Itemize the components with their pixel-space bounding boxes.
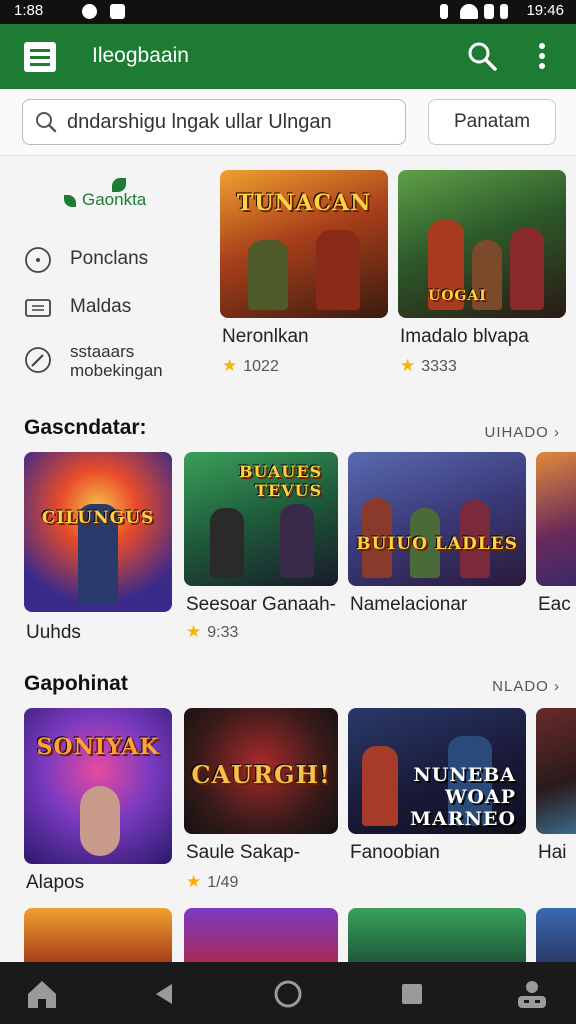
- thumbnail-art-text: TUNACAN: [236, 190, 372, 216]
- search-field-icon: [36, 112, 57, 133]
- thumbnail-art-text: SONIYAK: [36, 734, 160, 760]
- status-time-left: 1:88: [14, 2, 44, 19]
- star-icon: ★: [222, 356, 238, 375]
- game-card[interactable]: CAURGH! Saule Sakap- ★ 1/49: [184, 708, 338, 898]
- thumbnail-art-text: CILUNGUS: [41, 508, 155, 528]
- signal-icon: [484, 4, 494, 19]
- home-icon[interactable]: [24, 976, 60, 1012]
- app-bar: Ileogbaain: [0, 24, 576, 89]
- battery-icon: [500, 4, 508, 19]
- rating-value: 3333: [421, 358, 457, 375]
- thumbnail-art-text: NUNEBA WOAP MARNEO: [410, 764, 516, 830]
- game-thumbnail-partial[interactable]: [536, 908, 576, 962]
- thumbnail-art-text: BUAUES TEVUS: [238, 462, 322, 500]
- game-title: Seesoar Ganaah-: [186, 594, 336, 615]
- game-title: Alapos: [26, 872, 85, 893]
- section-more-link[interactable]: NLADO ›: [492, 678, 560, 695]
- pencil-icon: [25, 347, 51, 373]
- game-title: Uuhds: [26, 622, 81, 643]
- filter-button[interactable]: Panatam: [428, 99, 556, 145]
- game-rating: ★ 1022: [222, 356, 279, 376]
- thumbnail-art-text: BUIUO LADLES: [356, 534, 518, 554]
- thumbnail-art-text: CAURGH!: [191, 760, 331, 789]
- app-title: Ileogbaain: [92, 44, 189, 67]
- rating-value: 1/49: [207, 874, 239, 891]
- game-thumbnail: [536, 708, 576, 834]
- game-thumbnail-partial[interactable]: [24, 908, 172, 962]
- game-thumbnail-partial[interactable]: [348, 908, 526, 962]
- hamburger-menu-icon[interactable]: [24, 42, 56, 72]
- game-thumbnail-partial[interactable]: [184, 908, 338, 962]
- rating-value: 1022: [243, 358, 279, 375]
- back-icon[interactable]: [146, 976, 182, 1012]
- game-thumbnail: TUNACAN: [220, 170, 388, 318]
- bottom-navigation-bar: [0, 962, 576, 1024]
- star-icon: ★: [186, 872, 202, 891]
- sidebar: Gaonkta Ponclans Maldas sstaaars mobekin…: [0, 160, 210, 400]
- game-thumbnail: SONIYAK: [24, 708, 172, 864]
- more-vert-icon[interactable]: [530, 40, 554, 72]
- game-thumbnail: CAURGH!: [184, 708, 338, 834]
- status-time-right: 19:46: [526, 2, 564, 19]
- game-card[interactable]: BUIUO LADLES Namelacionar: [348, 452, 526, 652]
- sidebar-item-label: sstaaars mobekingan: [70, 342, 163, 380]
- game-thumbnail: CILUNGUS: [24, 452, 172, 612]
- game-card-partial[interactable]: Eac: [536, 452, 576, 652]
- game-thumbnail: [536, 452, 576, 586]
- section-title: Gapohinat: [24, 672, 128, 695]
- bluetooth-icon: [440, 4, 448, 19]
- game-rating: ★ 1/49: [186, 872, 238, 892]
- sidebar-item-label: Maldas: [70, 296, 132, 317]
- game-title: Eac: [538, 594, 571, 615]
- search-icon[interactable]: [466, 40, 498, 72]
- game-card[interactable]: SONIYAK Alapos: [24, 708, 172, 898]
- app-notification-icon: [82, 4, 97, 19]
- sidebar-item-label: Ponclans: [70, 248, 149, 269]
- section-title: Gascndatar:: [24, 416, 147, 439]
- game-title: Fanoobian: [350, 842, 440, 863]
- section-more-link[interactable]: UIHADO ›: [485, 424, 561, 441]
- ticket-icon: [25, 299, 51, 317]
- game-card[interactable]: CILUNGUS Uuhds: [24, 452, 172, 652]
- leaf-icon: [64, 194, 76, 207]
- game-rating: ★ 3333: [400, 356, 457, 376]
- star-icon: ★: [400, 356, 416, 375]
- mail-notification-icon: [110, 4, 125, 19]
- search-input[interactable]: [65, 108, 399, 136]
- game-card-partial[interactable]: Hai: [536, 708, 576, 898]
- featured-card-1[interactable]: TUNACAN Neronlkan ★ 1022: [220, 170, 388, 380]
- star-icon: ★: [186, 622, 202, 641]
- game-title: Hai: [538, 842, 567, 863]
- search-row: Panatam: [0, 89, 576, 156]
- game-title: Imadalo blvapa: [400, 326, 529, 347]
- game-thumbnail: NUNEBA WOAP MARNEO: [348, 708, 526, 834]
- circle-home-icon[interactable]: [270, 976, 306, 1012]
- profile-icon[interactable]: [514, 976, 550, 1012]
- rating-value: 9:33: [207, 624, 239, 641]
- game-thumbnail: BUIUO LADLES: [348, 452, 526, 586]
- brand-logo: Gaonkta: [64, 178, 147, 210]
- game-card[interactable]: NUNEBA WOAP MARNEO Fanoobian: [348, 708, 526, 898]
- square-recents-icon[interactable]: [394, 976, 430, 1012]
- thumbnail-art-text: UOGAI: [428, 288, 487, 304]
- game-title: Namelacionar: [350, 594, 468, 615]
- game-thumbnail: BUAUES TEVUS: [184, 452, 338, 586]
- game-card[interactable]: BUAUES TEVUS Seesoar Ganaah- ★ 9:33: [184, 452, 338, 652]
- featured-card-2[interactable]: UOGAI Imadalo blvapa ★ 3333: [398, 170, 566, 380]
- game-title: Saule Sakap-: [186, 842, 301, 863]
- status-bar: 1:88 19:46: [0, 0, 576, 24]
- game-title: Neronlkan: [222, 326, 309, 347]
- brand-name: Gaonkta: [82, 190, 147, 209]
- circle-dot-icon: [25, 247, 51, 273]
- game-rating: ★ 9:33: [186, 622, 238, 642]
- wifi-icon: [460, 4, 478, 19]
- game-thumbnail: UOGAI: [398, 170, 566, 318]
- search-box[interactable]: [22, 99, 406, 145]
